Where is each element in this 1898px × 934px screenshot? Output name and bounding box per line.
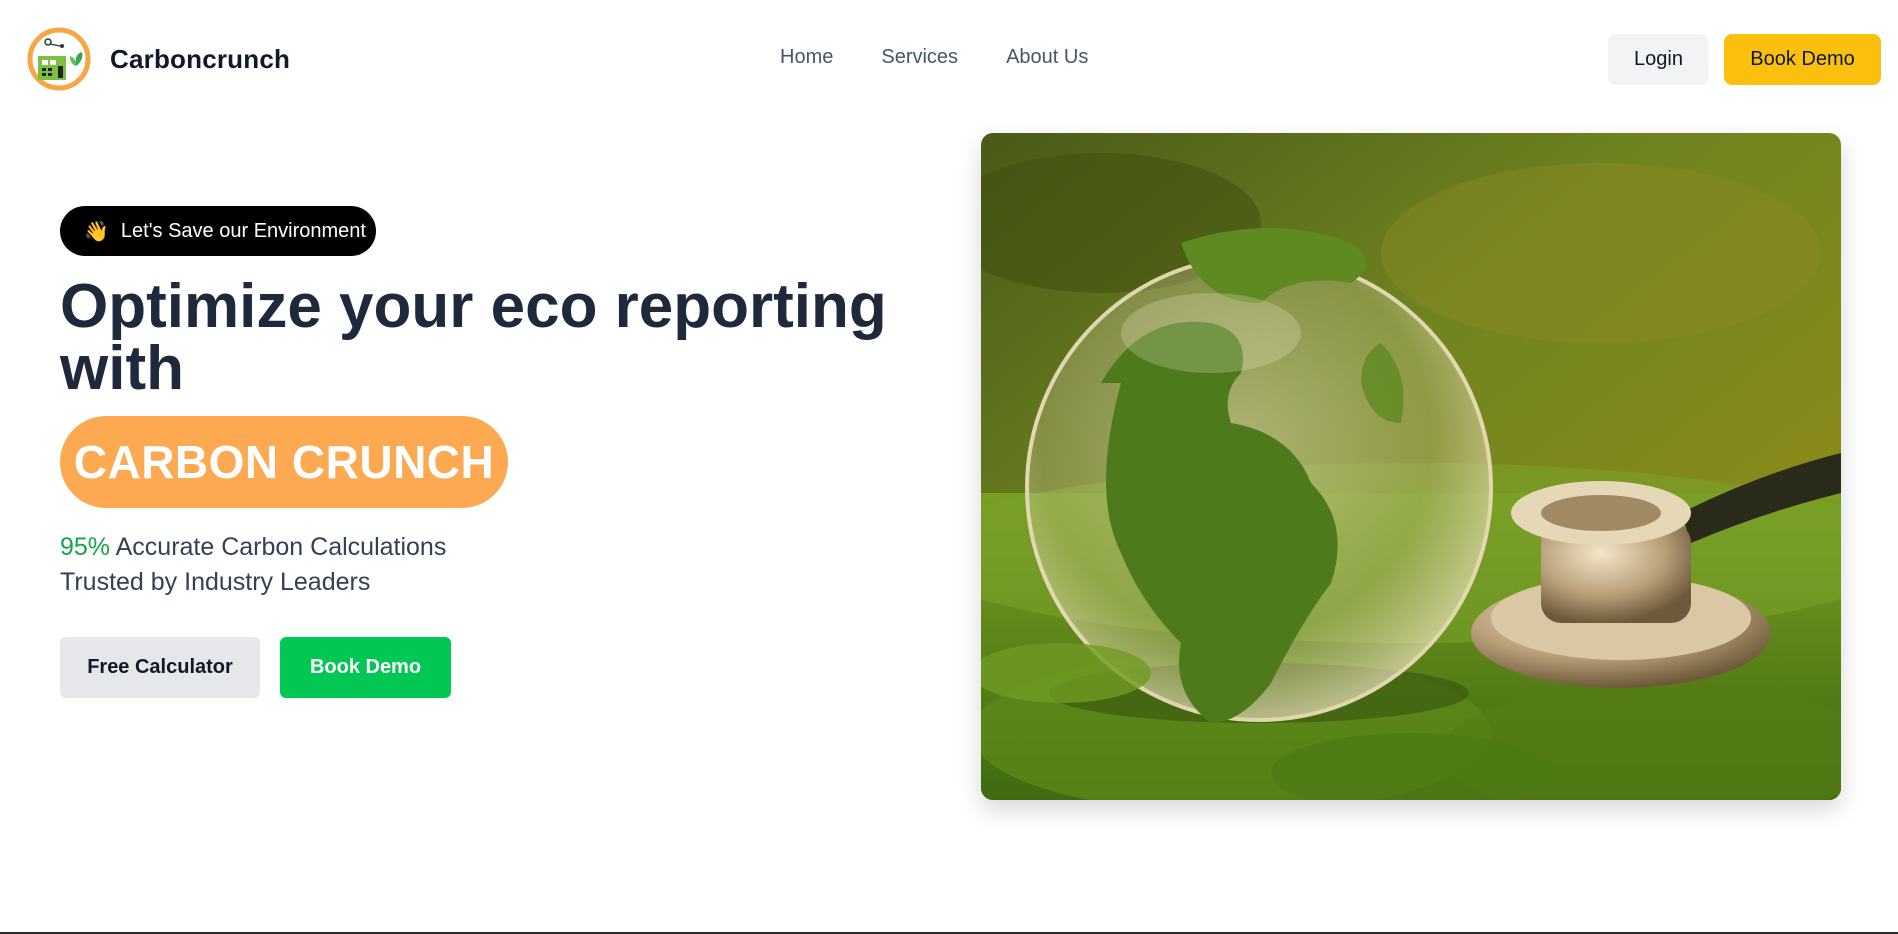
carbon-crunch-highlight: CARBON CRUNCH	[60, 416, 508, 508]
book-demo-header-button[interactable]: Book Demo	[1724, 34, 1881, 85]
site-header: Carboncrunch Home Services About Us Logi…	[0, 0, 1898, 120]
accuracy-line: 95% Accurate Carbon Calculations	[60, 530, 446, 565]
carboncrunch-logo	[27, 27, 91, 91]
nav-about-us[interactable]: About Us	[1006, 46, 1088, 69]
globe-with-stethoscope-image	[981, 133, 1841, 800]
main-nav: Home Services About Us	[780, 46, 1088, 69]
environment-badge-text: Let's Save our Environment	[120, 219, 366, 242]
logo-link[interactable]: Carboncrunch	[26, 26, 290, 92]
waving-hand-icon: 👋	[84, 220, 109, 243]
brand-name: Carboncrunch	[110, 43, 291, 74]
free-calculator-button[interactable]: Free Calculator	[60, 637, 260, 698]
book-demo-hero-button[interactable]: Book Demo	[280, 637, 451, 698]
nav-services[interactable]: Services	[881, 46, 958, 69]
hero-stats: 95% Accurate Carbon Calculations Trusted…	[60, 530, 446, 600]
environment-badge: 👋 Let's Save our Environment	[60, 206, 376, 256]
hero-image	[981, 133, 1841, 800]
nav-home[interactable]: Home	[780, 46, 833, 69]
login-button[interactable]: Login	[1608, 34, 1709, 85]
trusted-line: Trusted by Industry Leaders	[60, 568, 371, 596]
accuracy-percent: 95%	[60, 533, 111, 561]
accuracy-text: Accurate Carbon Calculations	[110, 533, 447, 561]
hero-headline: Optimize your eco reporting with	[60, 272, 887, 403]
